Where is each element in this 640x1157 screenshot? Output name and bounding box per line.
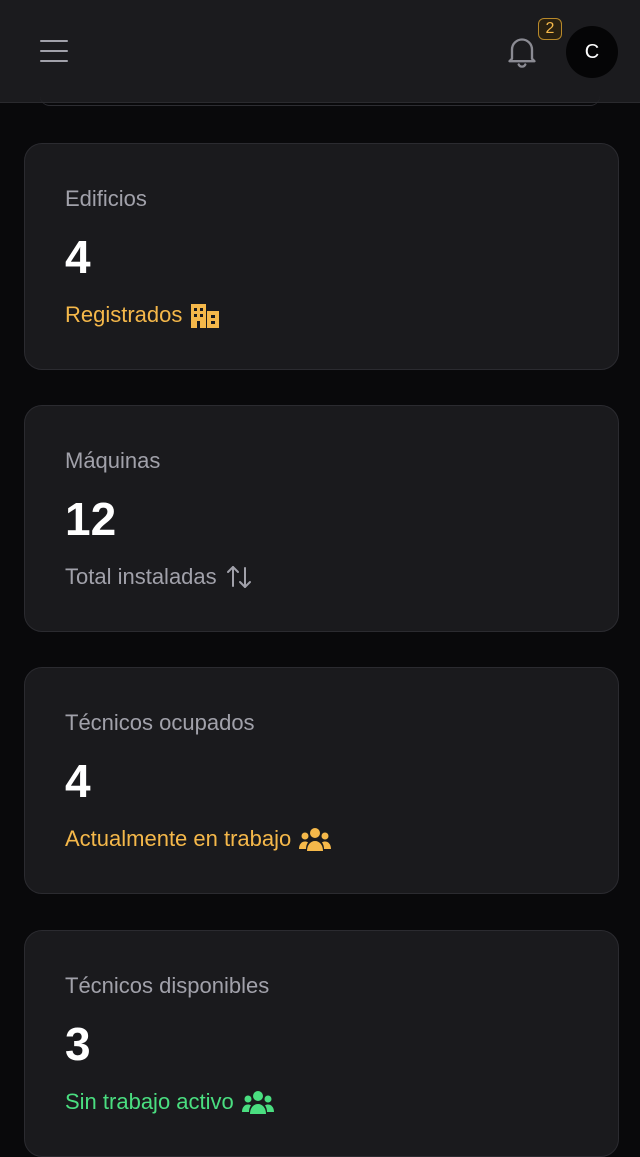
stat-card-tecnicos-disponibles: Técnicos disponibles 3 Sin trabajo activ… (24, 930, 619, 1157)
stat-subtitle-text: Actualmente en trabajo (65, 826, 292, 851)
stat-value: 12 (65, 493, 117, 545)
arrows-up-down-icon (226, 566, 251, 588)
notification-count-badge: 2 (538, 18, 562, 40)
menu-button[interactable] (36, 36, 72, 66)
building-icon (191, 304, 220, 328)
stat-subtitle: Actualmente en trabajo (65, 824, 332, 854)
stat-subtitle-text: Total instaladas (65, 564, 217, 589)
stat-label: Edificios (65, 186, 147, 211)
stat-subtitle: Registrados (65, 300, 220, 330)
users-icon (299, 828, 332, 851)
stat-subtitle-text: Sin trabajo activo (65, 1089, 234, 1114)
stat-label: Técnicos disponibles (65, 973, 270, 998)
bell-icon (508, 38, 536, 68)
stat-card-edificios: Edificios 4 Registrados (24, 143, 619, 370)
stat-card-tecnicos-ocupados: Técnicos ocupados 4 Actualmente en traba… (24, 667, 619, 894)
stat-subtitle-text: Registrados (65, 302, 183, 327)
user-avatar[interactable]: C (566, 26, 618, 78)
stat-value: 4 (65, 231, 91, 283)
stat-subtitle: Total instaladas (65, 562, 253, 592)
stat-label: Máquinas (65, 448, 161, 473)
stat-value: 4 (65, 755, 91, 807)
stat-label: Técnicos ocupados (65, 710, 255, 735)
stat-subtitle: Sin trabajo activo (65, 1087, 274, 1117)
stat-value: 3 (65, 1018, 91, 1070)
notifications-button[interactable] (502, 32, 542, 72)
previous-card-edge (40, 96, 600, 106)
top-bar: 2 C (0, 0, 640, 103)
users-icon (241, 1091, 274, 1114)
stat-card-maquinas: Máquinas 12 Total instaladas (24, 405, 619, 632)
